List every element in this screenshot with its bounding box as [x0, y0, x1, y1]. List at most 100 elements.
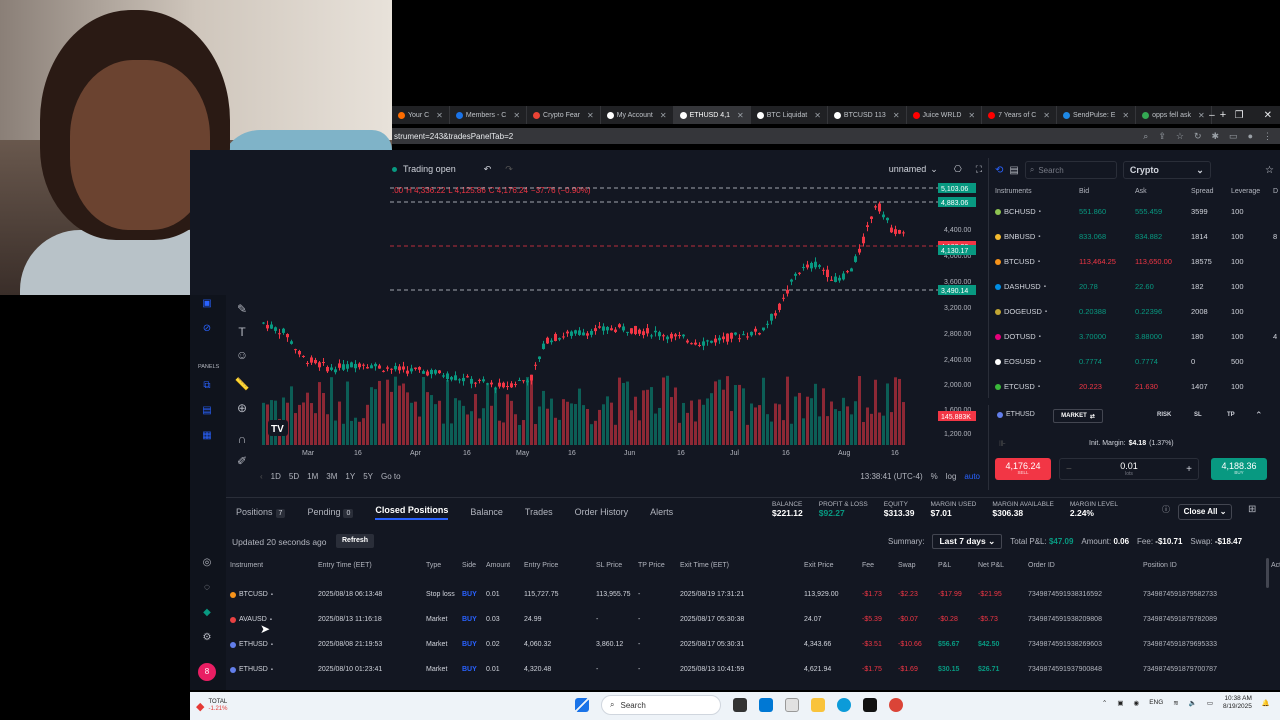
- tab-close-icon[interactable]: ✕: [1043, 111, 1050, 120]
- zoom-tool-icon[interactable]: ⊕: [233, 399, 251, 417]
- range-button[interactable]: 5Y: [363, 472, 373, 481]
- emoji-tool-icon[interactable]: ☺: [233, 346, 251, 364]
- lang-indicator[interactable]: ENG: [1149, 699, 1163, 706]
- browser-tab[interactable]: SendPulse: E ✕: [1057, 106, 1137, 124]
- sidebar-icon[interactable]: ▭: [1229, 131, 1238, 142]
- collapse-order-icon[interactable]: ⌃: [1255, 410, 1263, 421]
- notification-bell-icon[interactable]: 🔔: [1262, 699, 1270, 707]
- account-tab[interactable]: Pending 0: [307, 507, 354, 518]
- connection-icon[interactable]: ◆: [199, 605, 215, 621]
- browser-tab[interactable]: 7 Years of C ✕: [982, 106, 1057, 124]
- store-icon[interactable]: [759, 698, 773, 712]
- refresh-button[interactable]: Refresh: [336, 534, 375, 548]
- sell-button[interactable]: 4,176.24 SELL: [995, 458, 1051, 480]
- close-all-button[interactable]: Close All ⌄: [1178, 504, 1232, 520]
- buy-button[interactable]: 4,188.36 BUY: [1211, 458, 1267, 480]
- panel-layout-icon[interactable]: ⊞: [1248, 504, 1256, 515]
- tab-close-icon[interactable]: ✕: [893, 111, 900, 120]
- positions-column-header[interactable]: Order ID: [1028, 562, 1143, 569]
- instrument-column-header[interactable]: Instruments: [995, 188, 1079, 195]
- positions-column-header[interactable]: Position ID: [1143, 562, 1271, 569]
- lock-drawing-icon[interactable]: ✐: [233, 452, 251, 470]
- goto-button[interactable]: Go to: [381, 472, 401, 481]
- chart-layout-icon[interactable]: ▣: [199, 296, 215, 312]
- positions-column-header[interactable]: SL Price: [596, 562, 638, 569]
- range-button[interactable]: 1Y: [345, 472, 355, 481]
- tab-close-icon[interactable]: ✕: [436, 111, 443, 120]
- tab-close-icon[interactable]: ✕: [814, 111, 821, 120]
- tab-close-icon[interactable]: ✕: [737, 111, 744, 120]
- positions-column-header[interactable]: Amount: [486, 562, 524, 569]
- panel-toggle-icon[interactable]: ⧉: [199, 378, 215, 394]
- period-select[interactable]: Last 7 days ⌄: [932, 534, 1003, 549]
- list-view-icon[interactable]: ▤: [1009, 165, 1018, 176]
- positions-column-header[interactable]: Net P&L: [978, 562, 1028, 569]
- tab-close-icon[interactable]: ✕: [1198, 111, 1205, 120]
- positions-column-header[interactable]: TP Price: [638, 562, 680, 569]
- clock[interactable]: 10:38 AM 8/19/2025: [1223, 695, 1252, 711]
- fullscreen-icon[interactable]: ⛶: [976, 164, 982, 175]
- browser-tab[interactable]: Members - C ✕: [450, 106, 528, 124]
- network-icon[interactable]: ▣: [1117, 699, 1123, 707]
- restore-button[interactable]: ❐: [1235, 110, 1244, 121]
- positions-column-header[interactable]: Entry Time (EET): [318, 562, 426, 569]
- chrome-icon[interactable]: [889, 698, 903, 712]
- tab-close-icon[interactable]: ✕: [1122, 111, 1129, 120]
- account-tab[interactable]: Order History: [575, 507, 629, 517]
- range-button[interactable]: 5D: [289, 472, 299, 481]
- positions-column-header[interactable]: Entry Price: [524, 562, 596, 569]
- log-toggle[interactable]: log: [946, 472, 957, 481]
- account-tab[interactable]: Balance: [470, 507, 503, 517]
- address-bar[interactable]: strument=243&tradesPanelTab=2 ⌕ ⇪ ☆ ↻ ✱ …: [392, 128, 1280, 144]
- magnet-tool-icon[interactable]: ∩: [233, 430, 251, 448]
- table-row[interactable]: AVAUSD ▪ 2025/08/13 11:16:18 Market BUY 0.03 2…: [230, 607, 1280, 632]
- instrument-row[interactable]: DOTUSD ▪ 3.70000 3.88000 180 100 4: [989, 324, 1280, 349]
- extensions-icon[interactable]: ✱: [1212, 131, 1220, 142]
- minimize-button[interactable]: –: [1209, 110, 1215, 121]
- browser-tab[interactable]: BTC Liquidat ✕: [751, 106, 828, 124]
- refresh-icon[interactable]: ⟲: [995, 165, 1003, 176]
- close-window-button[interactable]: ✕: [1264, 110, 1272, 121]
- share-icon[interactable]: ⋖: [1271, 591, 1280, 599]
- quantity-value[interactable]: 0.01 lots: [1120, 461, 1138, 477]
- undo-icon[interactable]: ↶: [484, 164, 492, 175]
- table-row[interactable]: ETHUSD ▪ 2025/08/10 01:23:41 Market BUY 0.01 4…: [230, 657, 1280, 682]
- settings-gear-icon[interactable]: ⚙: [199, 630, 215, 646]
- price-chart[interactable]: 4,400.004,000.003,600.003,200.002,800.00…: [260, 180, 980, 445]
- positions-column-header[interactable]: Exit Price: [804, 562, 862, 569]
- tab-close-icon[interactable]: ✕: [587, 111, 594, 120]
- positions-column-header[interactable]: Actions: [1271, 562, 1280, 569]
- reload-icon[interactable]: ↻: [1194, 131, 1202, 142]
- screenshot-icon[interactable]: ⎔: [954, 164, 962, 175]
- instrument-row[interactable]: ETCUSD ▪ 20.223 21.630 1407 100: [989, 374, 1280, 399]
- trading-panel-icon[interactable]: ▦: [199, 428, 215, 444]
- file-explorer-icon[interactable]: [811, 698, 825, 712]
- instrument-column-header[interactable]: Ask: [1135, 188, 1191, 195]
- text-tool-icon[interactable]: T: [233, 323, 251, 341]
- positions-column-header[interactable]: Exit Time (EET): [680, 562, 804, 569]
- order-type-select[interactable]: MARKET ⇄: [1053, 409, 1103, 423]
- decrease-button[interactable]: −: [1066, 464, 1072, 475]
- indicators-icon[interactable]: ⊘: [199, 321, 215, 337]
- account-tab[interactable]: Closed Positions: [375, 505, 449, 520]
- menu-icon[interactable]: ⋮: [1263, 131, 1272, 142]
- help-icon[interactable]: ◎: [199, 555, 215, 571]
- table-row[interactable]: BTCUSD ▪ 2025/08/18 06:13:48 Stop loss BUY 0.…: [230, 582, 1280, 607]
- instrument-column-header[interactable]: Spread: [1191, 188, 1231, 195]
- instrument-column-header[interactable]: D: [1273, 188, 1280, 195]
- windows-start-icon[interactable]: [575, 698, 589, 712]
- share-icon[interactable]: ⋖: [1271, 616, 1280, 624]
- browser-tab[interactable]: BTCUSD 113 ✕: [828, 106, 907, 124]
- browser-tab[interactable]: ETHUSD 4,1 ✕: [673, 106, 751, 124]
- collapse-icon[interactable]: ‹: [260, 472, 263, 481]
- range-button[interactable]: 1M: [307, 472, 318, 481]
- battery-icon[interactable]: ▭: [1207, 699, 1213, 707]
- browser-tab[interactable]: Your C ✕: [392, 106, 450, 124]
- order-symbol[interactable]: ETHUSD: [997, 411, 1035, 418]
- share-icon[interactable]: ⋖: [1271, 666, 1280, 674]
- location-icon[interactable]: ◉: [1134, 699, 1140, 707]
- positions-column-header[interactable]: Fee: [862, 562, 898, 569]
- chat-icon[interactable]: ◌: [199, 580, 215, 596]
- share-icon[interactable]: ⋖: [1271, 641, 1280, 649]
- instrument-row[interactable]: EOSUSD ▪ 0.7774 0.7774 0 500: [989, 349, 1280, 374]
